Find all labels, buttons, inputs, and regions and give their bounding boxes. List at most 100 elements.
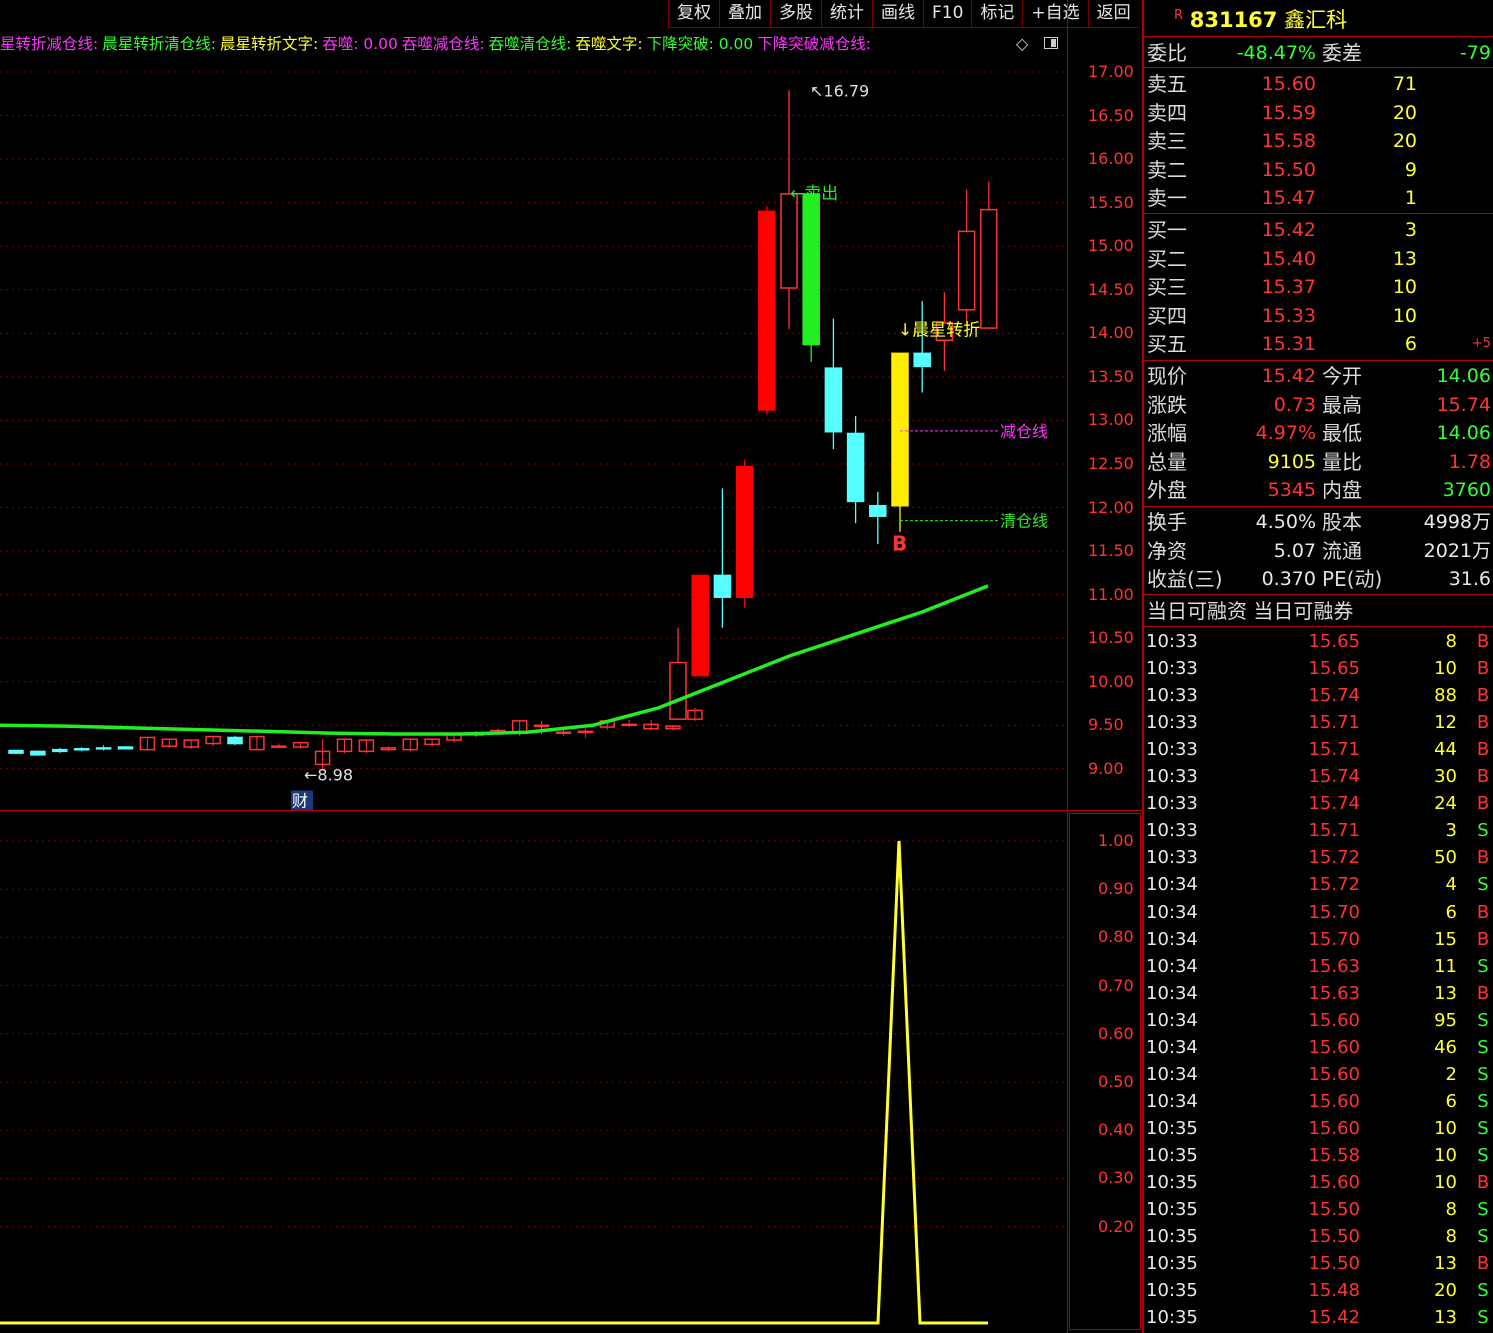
price-tick-label: 12.00	[1088, 497, 1134, 517]
sell-volume: 1	[1404, 187, 1417, 210]
toolbar-button-1[interactable]: 叠加	[719, 0, 770, 28]
tick-row[interactable]: 10:34 15.70 15 B	[1144, 926, 1493, 953]
tick-direction: S	[1477, 820, 1489, 842]
chart-divider	[0, 810, 1142, 811]
tick-row[interactable]: 10:35 15.60 10 B	[1144, 1169, 1493, 1196]
toolbar-button-label: 复权	[677, 3, 711, 23]
indicator-legend-item: 吞噬: 0.00	[322, 35, 398, 53]
tick-row[interactable]: 10:35 15.50 8 S	[1144, 1196, 1493, 1223]
tick-row[interactable]: 10:34 15.60 2 S	[1144, 1061, 1493, 1088]
tick-row[interactable]: 10:35 15.58 10 S	[1144, 1142, 1493, 1169]
indicator-chart[interactable]	[0, 811, 1067, 1333]
tick-row[interactable]: 10:35 15.50 13 B	[1144, 1250, 1493, 1277]
quote-value: 1.78	[1448, 450, 1491, 473]
tick-row[interactable]: 10:33 15.72 50 B	[1144, 844, 1493, 871]
diamond-icon[interactable]: ◇	[1016, 34, 1028, 53]
tick-row[interactable]: 10:34 15.60 46 S	[1144, 1034, 1493, 1061]
tick-row[interactable]: 10:33 15.74 30 B	[1144, 763, 1493, 790]
buy-price: 15.40	[1261, 247, 1316, 270]
weibi-value: -48.47%	[1236, 42, 1316, 64]
tick-row[interactable]: 10:33 15.65 8 B	[1144, 628, 1493, 655]
toolbar-button-2[interactable]: 多股	[770, 0, 821, 28]
stock-code: 831167	[1189, 8, 1278, 32]
candle-body	[802, 193, 820, 346]
tick-row[interactable]: 10:34 15.63 11 S	[1144, 953, 1493, 980]
low-price-label: ←8.98	[304, 766, 353, 785]
tick-row[interactable]: 10:33 15.74 24 B	[1144, 790, 1493, 817]
quote-value: 0.73	[1273, 393, 1316, 416]
buy-row[interactable]: 买四 15.33 10	[1144, 302, 1493, 330]
tick-price: 15.60	[1308, 1117, 1360, 1139]
tick-time: 10:35	[1146, 1199, 1198, 1221]
fundamental-label: 股本	[1322, 510, 1362, 534]
indicator-legend-item: 下降突破: 0.00	[646, 35, 754, 53]
panel-toggle-icon[interactable]	[1044, 37, 1058, 49]
toolbar-button-0[interactable]: 复权	[668, 0, 719, 28]
buy-row[interactable]: 买五 15.31 6 +5	[1144, 330, 1493, 358]
tick-direction: B	[1476, 631, 1490, 652]
tick-volume: 8	[1445, 1199, 1457, 1221]
quote-row: 现价 15.42 今开 14.06	[1144, 362, 1493, 390]
tick-time: 10:35	[1146, 1280, 1198, 1302]
tick-row[interactable]: 10:33 15.71 12 B	[1144, 709, 1493, 736]
candle-body	[758, 210, 776, 411]
toolbar-button-7[interactable]: +自选	[1022, 0, 1088, 28]
indicator-tick-label: 0.20	[1098, 1216, 1134, 1236]
tick-row[interactable]: 10:33 15.65 10 B	[1144, 655, 1493, 682]
buy-price: 15.42	[1261, 219, 1316, 241]
tick-row[interactable]: 10:34 15.63 13 B	[1144, 980, 1493, 1007]
toolbar-button-3[interactable]: 统计	[821, 0, 872, 28]
candlestick-chart[interactable]: ↖16.79 ←8.98 ←卖出 ↓晨星转折减仓线清仓线 B 财	[0, 56, 1067, 810]
toolbar-button-4[interactable]: 画线	[872, 0, 923, 28]
tick-volume: 10	[1434, 1144, 1457, 1166]
tick-row[interactable]: 10:34 15.60 6 S	[1144, 1088, 1493, 1115]
toolbar-button-6[interactable]: 标记	[971, 0, 1023, 28]
tick-row[interactable]: 10:35 15.42 13 S	[1144, 1304, 1493, 1331]
fundamental-value: 4998万	[1423, 511, 1491, 533]
tick-row[interactable]: 10:33 15.71 3 S	[1144, 817, 1493, 844]
buy-extra: +5	[1471, 336, 1491, 352]
indicator-legend-item: 星转折减仓线:	[0, 35, 99, 53]
buy-row[interactable]: 买一 15.42 3	[1144, 216, 1493, 244]
price-tick-label: 15.50	[1088, 192, 1134, 212]
quote-row: 外盘 5345 内盘 3760	[1144, 476, 1493, 504]
tick-row[interactable]: 10:33 15.74 88 B	[1144, 682, 1493, 709]
stock-mark: R	[1174, 8, 1184, 23]
fundamental-value: 5.07	[1273, 539, 1316, 562]
sell-row[interactable]: 卖二 15.50 9	[1144, 156, 1493, 184]
tick-row[interactable]: 10:34 15.72 4 S	[1144, 871, 1493, 898]
sell-row[interactable]: 卖五 15.60 71	[1144, 70, 1493, 98]
tick-row[interactable]: 10:34 15.70 6 B	[1144, 899, 1493, 926]
buy-label: 买四	[1147, 303, 1187, 328]
sell-row[interactable]: 卖三 15.58 20	[1144, 127, 1493, 155]
toolbar-button-8[interactable]: 返回	[1087, 0, 1139, 28]
tick-row[interactable]: 10:33 15.71 44 B	[1144, 736, 1493, 763]
toolbar-button-5[interactable]: F10	[923, 0, 972, 28]
chart-toolbar: 复权 叠加 多股 统计 画线 F10 标记 +自选 返回	[668, 0, 1139, 28]
buy-row[interactable]: 买三 15.37 10	[1144, 273, 1493, 301]
sell-row[interactable]: 卖一 15.47 1	[1144, 184, 1493, 212]
fundamental-value: 2021万	[1423, 539, 1491, 562]
price-tick-label: 13.00	[1088, 410, 1134, 430]
tick-time: 10:34	[1146, 928, 1198, 950]
buy-volume: 10	[1392, 276, 1417, 299]
tick-row[interactable]: 10:35 15.60 10 S	[1144, 1115, 1493, 1142]
buy-volume: 3	[1404, 219, 1417, 241]
tick-row[interactable]: 10:34 15.60 95 S	[1144, 1007, 1493, 1034]
tick-row[interactable]: 10:35 15.48 20 S	[1144, 1277, 1493, 1304]
tick-direction: B	[1476, 847, 1490, 869]
buy-row[interactable]: 买二 15.40 13	[1144, 245, 1493, 273]
weicha-label: 委差	[1322, 41, 1362, 65]
indicator-legend-item: 吞噬清仓线:	[488, 35, 572, 53]
tick-time: 10:34	[1146, 874, 1198, 896]
tick-price: 15.60	[1308, 1063, 1360, 1085]
tick-volume: 12	[1434, 712, 1457, 734]
tick-row[interactable]: 10:35 15.50 8 S	[1144, 1223, 1493, 1250]
sell-row[interactable]: 卖四 15.59 20	[1144, 99, 1493, 127]
tick-time: 10:33	[1146, 631, 1198, 652]
candle-body	[891, 352, 909, 507]
quote-label: 外盘	[1147, 478, 1187, 503]
sell-price: 15.60	[1261, 73, 1316, 95]
price-tick-label: 16.50	[1088, 105, 1134, 125]
toolbar-button-label: F10	[932, 3, 964, 23]
